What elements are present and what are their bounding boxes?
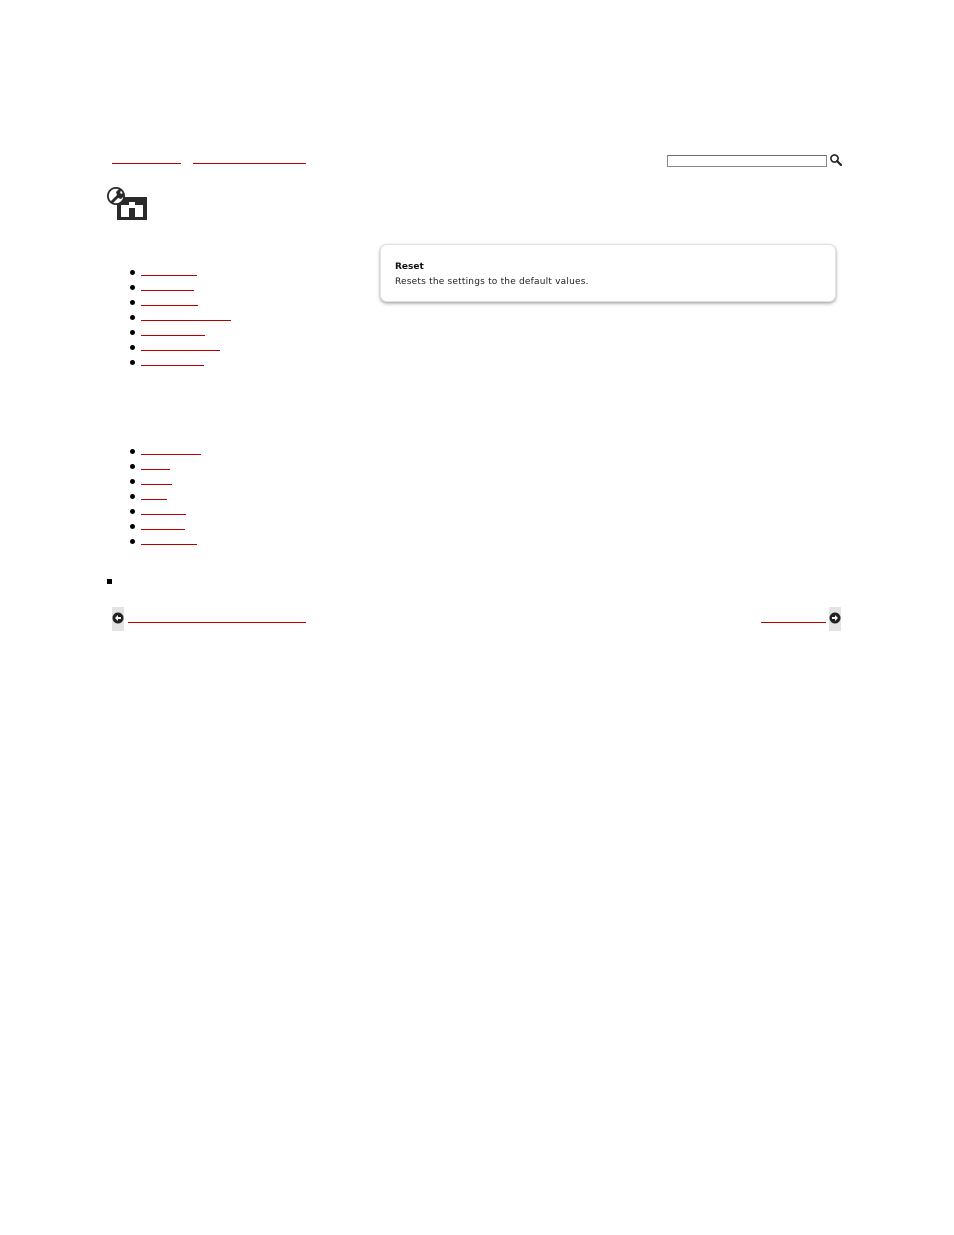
nav-link[interactable] (141, 475, 172, 485)
nav-link[interactable] (141, 326, 205, 336)
bullet (130, 285, 135, 290)
bullet (130, 270, 135, 275)
nav-link[interactable] (141, 505, 186, 515)
nav-link[interactable] (141, 445, 201, 455)
nav-link[interactable] (141, 520, 185, 530)
square-bullet (107, 579, 112, 584)
next-arrow-button[interactable] (829, 607, 841, 631)
arrow-right-icon (829, 612, 841, 624)
magnifier-icon (830, 154, 843, 167)
card-title: Reset (395, 262, 424, 272)
search-button[interactable] (829, 153, 843, 167)
bullet (130, 330, 135, 335)
bullet (130, 300, 135, 305)
nav-link[interactable] (141, 311, 231, 321)
card-description: Resets the settings to the default value… (395, 277, 589, 287)
nav-link[interactable] (141, 356, 204, 366)
bullet (130, 479, 135, 484)
breadcrumb-link-home[interactable] (112, 154, 181, 164)
search-input[interactable] (667, 155, 827, 167)
bullet (130, 509, 135, 514)
next-page-link[interactable] (761, 613, 826, 623)
bullet (130, 360, 135, 365)
bullet (130, 494, 135, 499)
nav-link[interactable] (141, 341, 220, 351)
nav-link[interactable] (141, 490, 167, 500)
nav-link[interactable] (141, 460, 170, 470)
arrow-left-icon (112, 612, 124, 624)
nav-link[interactable] (141, 296, 198, 306)
bullet (130, 449, 135, 454)
prev-page-link[interactable] (128, 613, 306, 623)
bullet (130, 524, 135, 529)
bullet (130, 539, 135, 544)
nav-link[interactable] (141, 281, 194, 291)
breadcrumb-link-section[interactable] (193, 154, 306, 164)
nav-link[interactable] (141, 266, 197, 276)
bullet (130, 464, 135, 469)
bullet (130, 315, 135, 320)
setting-card: Reset Resets the settings to the default… (380, 244, 836, 302)
wrench-settings-icon (107, 187, 147, 220)
prev-arrow-button[interactable] (112, 607, 124, 631)
bullet (130, 345, 135, 350)
nav-link[interactable] (141, 535, 197, 545)
